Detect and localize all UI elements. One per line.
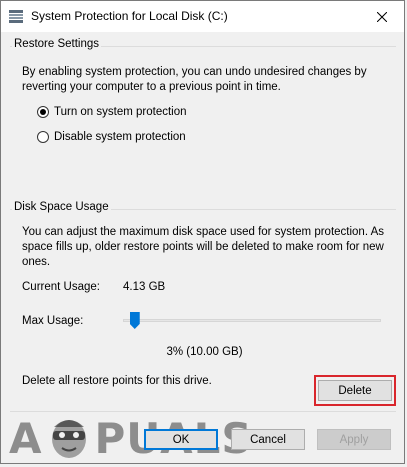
watermark-letter-a: A	[9, 413, 43, 463]
disk-space-description-3: ones.	[22, 256, 51, 268]
apply-button[interactable]: Apply	[317, 429, 391, 450]
radio-unchecked-icon[interactable]	[37, 131, 49, 143]
mascot-face-icon	[51, 420, 86, 458]
close-icon	[377, 11, 387, 22]
delete-highlight: Delete	[314, 375, 396, 406]
disable-protection-label: Disable system protection	[54, 131, 186, 143]
title-bar[interactable]: System Protection for Local Disk (C:)	[1, 1, 404, 32]
system-protection-icon	[9, 10, 23, 23]
dialog-window: System Protection for Local Disk (C:) Re…	[0, 0, 405, 464]
window-title: System Protection for Local Disk (C:)	[31, 9, 228, 23]
close-button[interactable]	[360, 1, 404, 32]
slider-thumb[interactable]	[129, 312, 140, 329]
turn-on-protection-label: Turn on system protection	[54, 106, 187, 118]
disk-space-description-2: space fills up, older restore points wil…	[22, 241, 384, 253]
delete-description: Delete all restore points for this drive…	[22, 375, 212, 387]
restore-settings-description-2: reverting your computer to a previous po…	[22, 81, 281, 93]
cancel-button[interactable]: Cancel	[231, 429, 305, 450]
disk-space-label: Disk Space Usage	[12, 201, 111, 213]
restore-settings-group: Restore Settings	[10, 38, 396, 50]
radio-checked-icon[interactable]	[37, 106, 49, 118]
max-usage-readout: 3% (10.00 GB)	[166, 346, 243, 358]
delete-button[interactable]: Delete	[318, 380, 392, 401]
current-usage-label: Current Usage:	[22, 281, 100, 293]
restore-settings-description-1: By enabling system protection, you can u…	[22, 66, 367, 78]
restore-settings-label: Restore Settings	[12, 38, 102, 50]
disk-space-description-1: You can adjust the maximum disk space us…	[22, 226, 385, 238]
ok-button[interactable]: OK	[144, 429, 218, 450]
max-usage-label: Max Usage:	[22, 315, 84, 327]
slider-track[interactable]	[123, 319, 381, 322]
max-usage-slider[interactable]	[123, 312, 381, 330]
current-usage-value: 4.13 GB	[123, 281, 166, 293]
turn-on-protection-radio[interactable]: Turn on system protection	[37, 106, 187, 118]
disk-space-group: Disk Space Usage	[10, 201, 396, 213]
disable-protection-radio[interactable]: Disable system protection	[37, 131, 186, 143]
